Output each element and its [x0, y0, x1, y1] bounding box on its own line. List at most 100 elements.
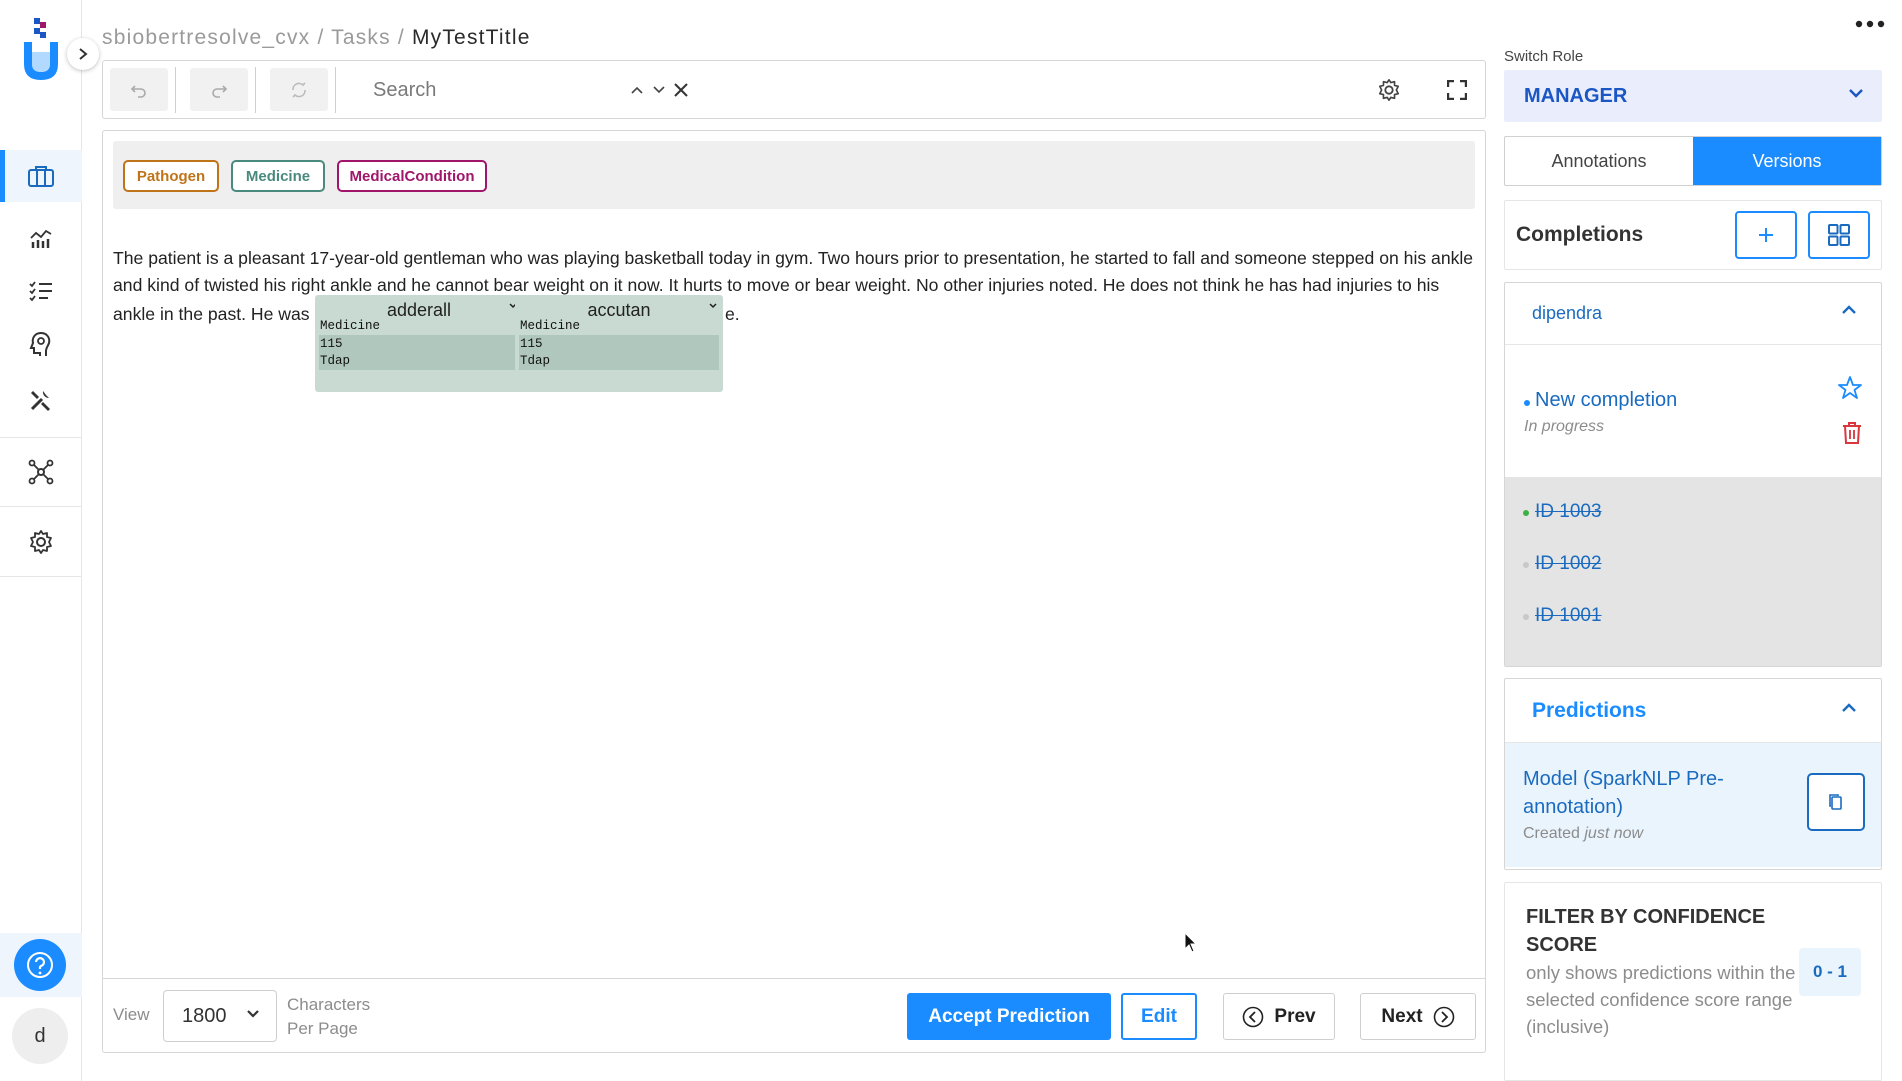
status-dot: [1523, 562, 1529, 568]
reset-icon: [292, 81, 306, 98]
label-medicine[interactable]: Medicine: [231, 160, 325, 192]
entity-resolution-row[interactable]: 115: [519, 335, 719, 353]
text-line: The patient is a pleasant 17-year-old ge…: [113, 248, 1474, 268]
completion-item-current[interactable]: New completion In progress: [1505, 345, 1881, 477]
filter-description: only shows predictions within the select…: [1526, 962, 1796, 1037]
more-options-button[interactable]: [1852, 10, 1888, 38]
annotation-editor: Pathogen Medicine MedicalCondition The p…: [102, 130, 1486, 1053]
star-icon[interactable]: [1837, 375, 1863, 401]
toolbar-divider: [255, 67, 256, 113]
entity-resolution-row[interactable]: 115: [319, 335, 519, 353]
characters-per-page-select[interactable]: 1800: [163, 990, 277, 1042]
completion-version-item[interactable]: ID 1001: [1535, 605, 1602, 627]
text-line: and kind of twisted his right ankle and …: [113, 275, 1440, 295]
nav-divider: [0, 506, 82, 507]
view-select-value: 1800: [182, 1004, 227, 1027]
sidebar-expand-button[interactable]: [67, 38, 99, 70]
prev-button[interactable]: Prev: [1223, 993, 1335, 1040]
confidence-range-input[interactable]: 0 - 1: [1799, 948, 1861, 996]
completion-name[interactable]: New completion: [1535, 389, 1677, 412]
chart-icon: [30, 229, 52, 248]
breadcrumb-separator: /: [317, 26, 325, 49]
entity-annotation[interactable]: adderall Medicine 115 Tdap: [315, 295, 523, 392]
redo-button[interactable]: [190, 68, 248, 111]
nav-checklist[interactable]: [0, 265, 82, 317]
nav-tools[interactable]: [0, 374, 82, 426]
breadcrumb: sbiobertresolve_cvx / Tasks / MyTestTitl…: [102, 26, 531, 50]
label-medical-condition[interactable]: MedicalCondition: [337, 160, 487, 192]
chevron-down-icon: [653, 86, 665, 94]
completion-version-item[interactable]: ID 1003: [1535, 501, 1602, 523]
prediction-created-time: just now: [1584, 825, 1644, 842]
user-avatar[interactable]: d: [12, 1008, 68, 1064]
nav-divider: [0, 437, 82, 438]
status-dot: [1523, 510, 1529, 516]
search-clear-button[interactable]: [669, 75, 693, 105]
gear-icon: [30, 530, 52, 554]
nav-tasks[interactable]: [0, 150, 82, 202]
next-label: Next: [1381, 1005, 1423, 1027]
left-nav: d: [0, 0, 82, 1081]
trash-icon[interactable]: [1841, 421, 1863, 445]
text-line: e.: [725, 304, 740, 324]
characters-per-page-label: Characters Per Page: [287, 995, 371, 1038]
app-logo-icon[interactable]: [20, 18, 62, 84]
editor-footer: View 1800 Characters Per Page Accept Pre…: [103, 978, 1485, 1052]
add-completion-button[interactable]: [1735, 211, 1797, 259]
editor-settings-button[interactable]: [1374, 75, 1404, 105]
chevron-down-icon: [709, 303, 717, 309]
breadcrumb-current-task: MyTestTitle: [411, 26, 531, 49]
help-button[interactable]: [14, 939, 66, 991]
checklist-icon: [29, 281, 52, 302]
status-dot: [1524, 400, 1530, 406]
nav-ideas[interactable]: [0, 318, 82, 370]
chevron-up-icon: [1842, 703, 1856, 712]
search-prev-button[interactable]: [627, 75, 647, 105]
search-next-button[interactable]: [649, 75, 669, 105]
nav-analytics[interactable]: [0, 212, 82, 264]
nav-models[interactable]: [0, 446, 82, 498]
completion-version-item[interactable]: ID 1002: [1535, 553, 1602, 575]
labels-bar: Pathogen Medicine MedicalCondition: [113, 141, 1475, 209]
reset-button[interactable]: [270, 68, 328, 111]
accept-prediction-button[interactable]: Accept Prediction: [907, 993, 1111, 1040]
toolbar-divider: [335, 67, 336, 113]
completions-title: Completions: [1516, 223, 1644, 246]
entity-resolution-row[interactable]: Tdap: [519, 352, 719, 370]
search-input[interactable]: [373, 71, 623, 109]
copy-prediction-button[interactable]: [1807, 773, 1865, 831]
prediction-item[interactable]: Model (SparkNLP Pre-annotation) Created …: [1505, 743, 1881, 867]
grid-icon: [1828, 224, 1850, 246]
breadcrumb-tasks[interactable]: Tasks: [331, 26, 391, 49]
briefcase-icon: [28, 166, 54, 187]
user-completions-toggle[interactable]: dipendra: [1505, 283, 1881, 345]
tab-annotations[interactable]: Annotations: [1505, 137, 1693, 185]
completions-header: Completions: [1504, 200, 1882, 270]
completion-status: In progress: [1524, 418, 1605, 435]
chevron-down-icon: [247, 1010, 259, 1018]
nav-settings[interactable]: [0, 516, 82, 568]
entity-annotation[interactable]: accutan Medicine 115 Tdap: [515, 295, 723, 392]
fullscreen-button[interactable]: [1442, 75, 1472, 105]
undo-button[interactable]: [110, 68, 168, 111]
label-pathogen[interactable]: Pathogen: [123, 160, 219, 192]
predictions-toggle[interactable]: Predictions: [1505, 679, 1881, 743]
predictions-title: Predictions: [1532, 698, 1647, 722]
mouse-cursor-icon: [1184, 932, 1198, 953]
switch-role-select[interactable]: MANAGER: [1504, 70, 1882, 122]
breadcrumb-project[interactable]: sbiobertresolve_cvx: [102, 26, 310, 49]
prediction-created-prefix: Created: [1523, 825, 1580, 842]
entity-resolution-row[interactable]: Medicine: [519, 317, 719, 335]
grid-view-button[interactable]: [1808, 211, 1870, 259]
entity-resolution-row[interactable]: Medicine: [319, 317, 519, 335]
prediction-name[interactable]: Model (SparkNLP Pre-annotation): [1523, 765, 1773, 821]
tab-versions[interactable]: Versions: [1693, 137, 1881, 185]
chevron-right-circle-icon: [1433, 1006, 1454, 1027]
edit-button[interactable]: Edit: [1121, 993, 1197, 1040]
nav-divider: [0, 576, 82, 577]
breadcrumb-separator: /: [397, 26, 405, 49]
prev-label: Prev: [1274, 1005, 1316, 1027]
next-button[interactable]: Next: [1360, 993, 1476, 1040]
entity-resolution-row[interactable]: Tdap: [319, 352, 519, 370]
role-value: MANAGER: [1524, 84, 1628, 107]
